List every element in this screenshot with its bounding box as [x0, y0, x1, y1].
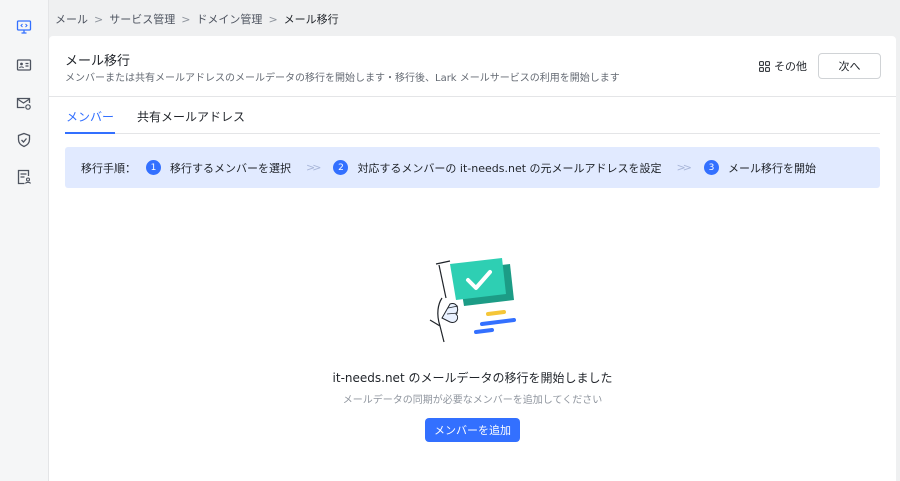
- more-button[interactable]: その他: [759, 58, 807, 74]
- tab-bar: メンバー 共有メールアドレス: [65, 97, 880, 134]
- main-panel: メール移行 メンバーまたは共有メールアドレスのメールデータの移行を開始します・移…: [49, 36, 896, 481]
- mail-settings-icon[interactable]: [14, 93, 34, 113]
- add-member-button[interactable]: メンバーを追加: [425, 418, 520, 442]
- breadcrumb-separator: >: [268, 12, 278, 26]
- tab-shared-addresses[interactable]: 共有メールアドレス: [137, 108, 245, 125]
- page-header: メール移行 メンバーまたは共有メールアドレスのメールデータの移行を開始します・移…: [49, 36, 896, 97]
- breadcrumb-domain-management[interactable]: ドメイン管理: [196, 11, 262, 27]
- monitor-code-icon[interactable]: [14, 17, 34, 37]
- breadcrumb-separator: >: [181, 12, 191, 26]
- sidebar: [0, 0, 49, 481]
- step-label: メール移行を開始: [727, 161, 816, 175]
- step-label: 対応するメンバーの it-needs.net の元メールアドレスを設定: [357, 161, 662, 175]
- migration-steps: 移行手順： 1 移行するメンバーを選択 >> 2 対応するメンバーの it-ne…: [65, 147, 880, 188]
- page-subtitle: メンバーまたは共有メールアドレスのメールデータの移行を開始します・移行後、Lar…: [65, 73, 620, 84]
- breadcrumb-service-management[interactable]: サービス管理: [109, 11, 175, 27]
- empty-state-subtitle: メールデータの同期が必要なメンバーを追加してください: [342, 395, 603, 406]
- breadcrumb-mail[interactable]: メール: [55, 11, 88, 27]
- shield-check-icon[interactable]: [14, 130, 34, 150]
- breadcrumb-mail-migration: メール移行: [283, 13, 339, 26]
- step-label: 移行するメンバーを選択: [170, 161, 291, 175]
- double-chevron-icon: >>: [306, 161, 322, 174]
- breadcrumb: メール > サービス管理 > ドメイン管理 > メール移行: [55, 11, 339, 27]
- empty-state-title: it-needs.net のメールデータの移行を開始しました: [332, 371, 613, 385]
- double-chevron-icon: >>: [676, 161, 693, 174]
- page-title: メール移行: [65, 54, 131, 69]
- step-number: 3: [703, 160, 719, 175]
- step-number: 1: [146, 160, 161, 175]
- steps-lead: 移行手順：: [81, 161, 136, 175]
- grid-icon: [759, 60, 770, 72]
- document-user-icon[interactable]: [14, 167, 34, 187]
- breadcrumb-separator: >: [94, 12, 104, 26]
- tab-members[interactable]: メンバー: [66, 108, 114, 125]
- next-button[interactable]: 次へ: [818, 53, 881, 79]
- migration-started-illustration: [429, 258, 516, 343]
- tab-active-indicator: [65, 132, 115, 134]
- more-label: その他: [774, 60, 807, 73]
- step-number: 2: [333, 160, 349, 175]
- id-card-icon[interactable]: [14, 55, 34, 75]
